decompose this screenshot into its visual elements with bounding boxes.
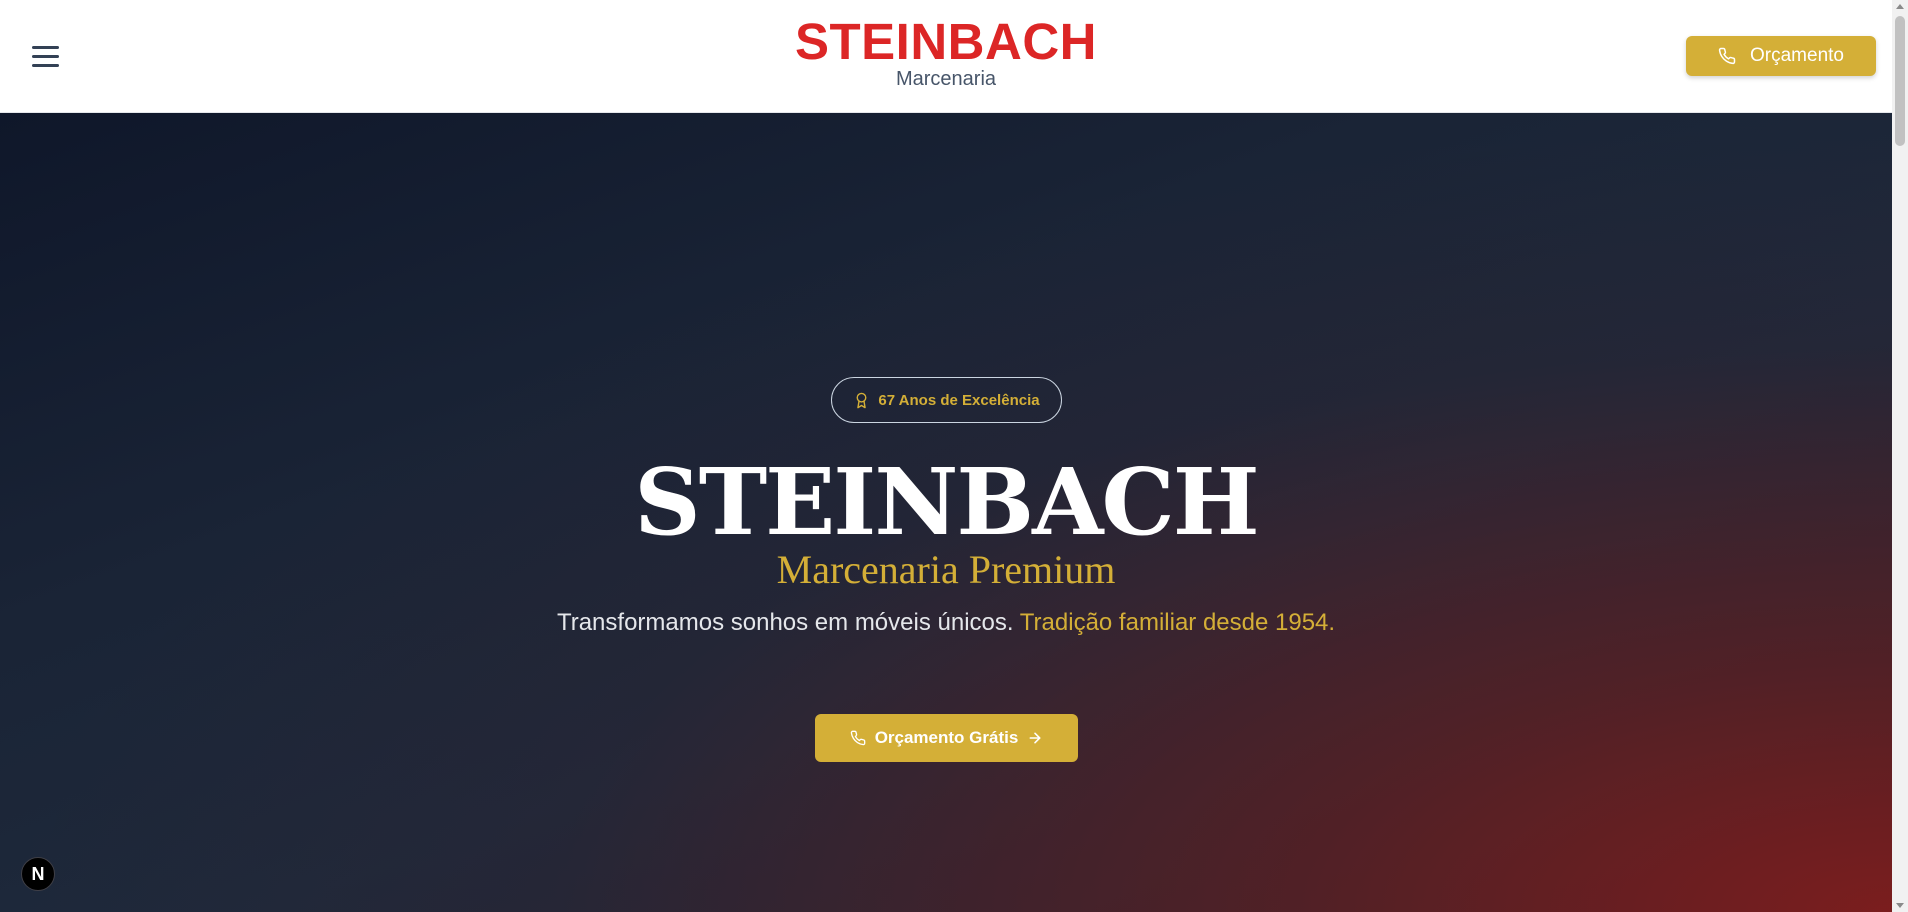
scroll-thumb[interactable] xyxy=(1895,16,1905,146)
experience-badge: 67 Anos de Excelência xyxy=(831,377,1062,423)
header-quote-label: Orçamento xyxy=(1750,45,1844,66)
hero-description-highlight: Tradição familiar desde 1954. xyxy=(1019,609,1336,636)
free-quote-label: Orçamento Grátis xyxy=(874,728,1019,747)
arrow-right-icon xyxy=(1029,732,1041,744)
experience-badge-label: 67 Anos de Excelência xyxy=(878,391,1040,409)
scroll-up-arrow-icon[interactable] xyxy=(1896,4,1904,9)
phone-icon xyxy=(850,730,866,746)
header-quote-button[interactable]: Orçamento xyxy=(1686,36,1876,76)
hero-description-main: Transformamos sonhos em móveis únicos. xyxy=(556,609,1014,636)
brand-logo[interactable]: STEINBACH Marcenaria xyxy=(0,13,1892,91)
brand-subtitle: Marcenaria xyxy=(895,68,997,90)
phone-icon xyxy=(1718,47,1736,65)
scroll-down-arrow-icon[interactable] xyxy=(1896,903,1904,908)
site-header: STEINBACH Marcenaria Orçamento xyxy=(0,0,1892,113)
page-scrollbar[interactable] xyxy=(1892,0,1908,912)
nextjs-logo-icon[interactable]: N xyxy=(21,857,55,891)
hero-subtitle: Marcenaria Premium xyxy=(776,547,1116,592)
page: STEINBACH Marcenaria Orçamento 67 Anos d… xyxy=(0,0,1892,912)
brand-title: STEINBACH xyxy=(794,13,1097,70)
hero-title: STEINBACH xyxy=(634,448,1259,556)
hero-section: 67 Anos de Excelência STEINBACH Marcenar… xyxy=(0,113,1892,912)
award-icon xyxy=(856,392,867,408)
hero-description: Transformamos sonhos em móveis únicos. T… xyxy=(556,603,1336,642)
free-quote-button[interactable]: Orçamento Grátis xyxy=(815,714,1078,762)
